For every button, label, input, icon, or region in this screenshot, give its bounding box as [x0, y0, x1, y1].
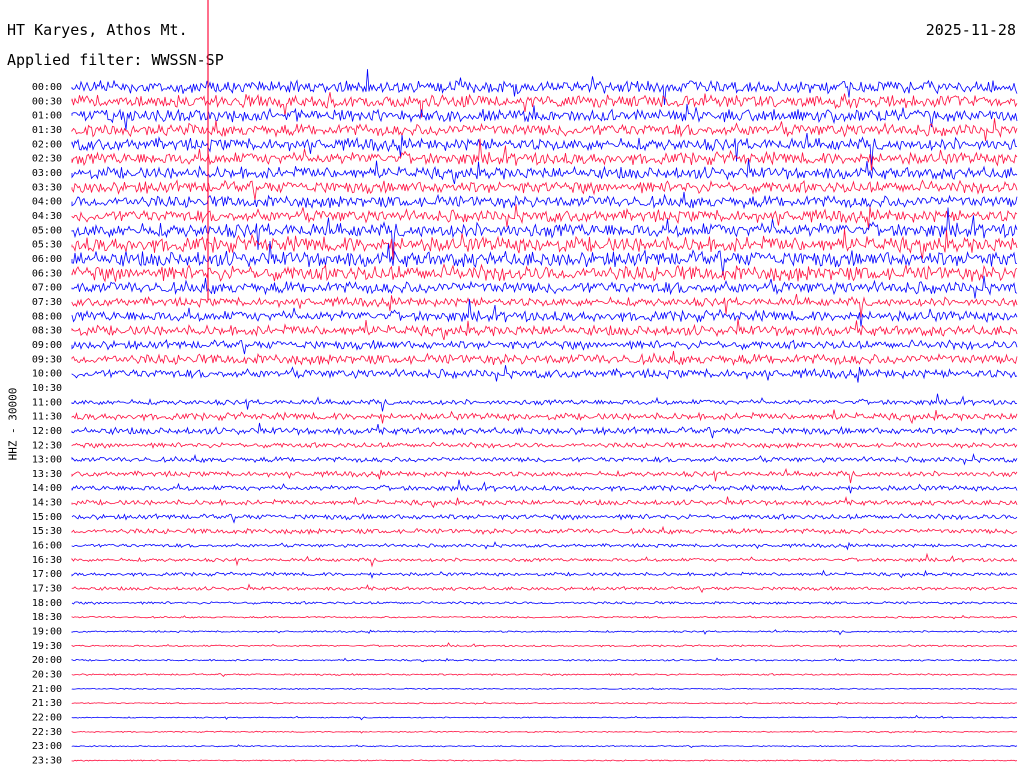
time-tick-label: 10:30	[32, 383, 62, 394]
time-tick-label: 20:30	[32, 670, 62, 681]
time-tick-label: 13:30	[32, 469, 62, 480]
trace-line	[71, 730, 1018, 734]
trace-line	[71, 541, 1018, 551]
trace-line	[71, 365, 1018, 383]
trace-line	[71, 744, 1018, 749]
time-tick-label: 12:30	[32, 440, 62, 451]
time-tick-label: 08:00	[32, 311, 62, 322]
time-tick-label: 03:30	[32, 182, 62, 193]
time-tick-label: 19:30	[32, 641, 62, 652]
trace-line	[71, 600, 1018, 605]
trace-line	[71, 479, 1018, 494]
trace-line	[71, 569, 1017, 579]
time-tick-label: 05:30	[32, 240, 62, 251]
time-tick-label: 09:30	[32, 354, 62, 365]
trace-line	[71, 673, 1018, 677]
trace-line	[71, 228, 1018, 260]
trace-line	[71, 642, 1018, 649]
trace-line	[71, 339, 1018, 355]
time-tick-label: 11:00	[32, 397, 62, 408]
trace-line	[71, 318, 1018, 341]
trace-line	[71, 496, 1018, 509]
trace-line	[71, 701, 1017, 706]
trace-line	[71, 629, 1018, 636]
trace-line	[71, 179, 1018, 201]
time-tick-label: 04:00	[32, 197, 62, 208]
time-tick-label: 00:00	[32, 82, 62, 93]
trace-line	[71, 293, 1018, 318]
time-tick-label: 21:30	[32, 698, 62, 709]
time-tick-label: 19:00	[32, 627, 62, 638]
time-tick-label: 18:00	[32, 598, 62, 609]
trace-line	[71, 350, 1018, 366]
trace-line	[71, 204, 1018, 229]
time-tick-label: 16:00	[32, 541, 62, 552]
trace-line	[71, 275, 1018, 299]
trace-line	[71, 422, 1018, 439]
trace-line	[71, 263, 1018, 283]
helicorder-plot: 00:00 00:30 01:00 01:30 02:00 02:30 03:00 03:30…	[32, 0, 1018, 767]
time-tick-label: 20:00	[32, 655, 62, 666]
time-tick-label: 22:30	[32, 727, 62, 738]
time-tick-label: 10:00	[32, 369, 62, 380]
trace-line	[71, 452, 1018, 466]
time-tick-label: 01:30	[32, 125, 62, 136]
trace-line	[71, 441, 1018, 450]
trace-line	[71, 409, 1018, 425]
trace-line	[71, 513, 1018, 524]
time-tick-label: 21:00	[32, 684, 62, 695]
trace-line	[71, 69, 1018, 106]
time-tick-label: 11:30	[32, 412, 62, 423]
time-tick-label: 15:30	[32, 526, 62, 537]
time-tick-label: 05:00	[32, 225, 62, 236]
trace-line	[71, 759, 1018, 762]
time-tick-label: 18:30	[32, 612, 62, 623]
trace-line	[71, 525, 1018, 536]
trace-line	[71, 583, 1018, 594]
time-tick-label: 02:00	[32, 139, 62, 150]
time-tick-label: 17:30	[32, 584, 62, 595]
trace-line	[71, 393, 1018, 412]
trace-line	[71, 191, 1018, 210]
time-tick-label: 06:00	[32, 254, 62, 265]
trace-line	[71, 657, 1018, 663]
trace-line	[71, 103, 1018, 130]
time-tick-label: 03:00	[32, 168, 62, 179]
time-tick-label: 12:00	[32, 426, 62, 437]
time-tick-label: 08:30	[32, 326, 62, 337]
time-tick-label: 14:00	[32, 483, 62, 494]
trace-line	[71, 467, 1018, 484]
time-tick-label: 04:30	[32, 211, 62, 222]
time-tick-label: 15:00	[32, 512, 62, 523]
time-tick-label: 06:30	[32, 268, 62, 279]
trace-line	[71, 552, 1018, 568]
trace-line	[71, 687, 1017, 690]
trace-line	[71, 133, 1018, 166]
time-tick-label: 23:30	[32, 756, 62, 767]
time-tick-label: 22:00	[32, 713, 62, 724]
time-tick-label: 13:00	[32, 455, 62, 466]
time-tick-label: 16:30	[32, 555, 62, 566]
time-tick-label: 07:00	[32, 283, 62, 294]
time-tick-label: 01:00	[32, 111, 62, 122]
trace-line	[71, 118, 1018, 141]
trace-line	[71, 714, 1018, 721]
time-tick-label: 00:30	[32, 96, 62, 107]
time-tick-label: 17:00	[32, 569, 62, 580]
time-tick-label: 09:00	[32, 340, 62, 351]
trace-line	[71, 614, 1018, 620]
time-tick-label: 02:30	[32, 154, 62, 165]
time-tick-label: 07:30	[32, 297, 62, 308]
time-tick-label: 14:30	[32, 498, 62, 509]
time-tick-label: 23:00	[32, 741, 62, 752]
